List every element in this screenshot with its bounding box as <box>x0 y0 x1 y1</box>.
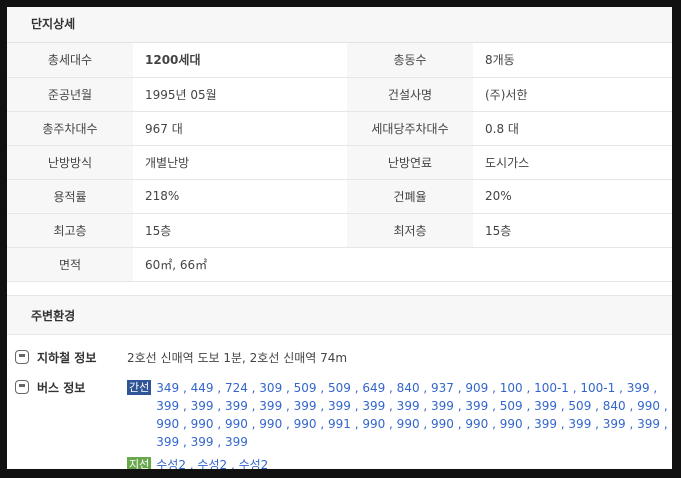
bus-info-label: 버스 정보 <box>37 380 86 395</box>
detail-value: 8개동 <box>473 43 672 78</box>
bus-info-row: 버스 정보 간선 349 , 449 , 724 , 309 , 509 , 5… <box>15 379 672 470</box>
detail-label: 세대당주차대수 <box>347 111 473 146</box>
detail-value: 15층 <box>473 213 672 248</box>
table-row: 난방방식 개별난방 난방연료 도시가스 <box>7 145 672 180</box>
environment-info: 지하철 정보 2호선 신매역 도보 1분, 2호선 신매역 74m 버스 정보 … <box>7 335 672 470</box>
table-row: 최고층 15층 최저층 15층 <box>7 213 672 248</box>
total-households-link[interactable]: 1200세대 <box>133 43 347 78</box>
branch-bus-routes[interactable]: 수성2 , 수성2 , 수성2 <box>156 456 268 470</box>
detail-label: 건설사명 <box>347 77 473 112</box>
complex-detail-panel: 단지상세 총세대수 1200세대 총동수 8개동 준공년월 1995년 05월 … <box>7 7 672 469</box>
detail-value: 218% <box>133 179 347 214</box>
table-row: 총주차대수 967 대 세대당주차대수 0.8 대 <box>7 111 672 146</box>
detail-label: 총주차대수 <box>7 111 133 146</box>
detail-label: 난방방식 <box>7 145 133 180</box>
table-row: 준공년월 1995년 05월 건설사명 (주)서한 <box>7 77 672 112</box>
subway-icon <box>15 349 29 364</box>
detail-section-title: 단지상세 <box>7 7 672 43</box>
detail-label: 준공년월 <box>7 77 133 112</box>
detail-value: 60㎡, 66㎡ <box>133 247 672 282</box>
detail-label: 최고층 <box>7 213 133 248</box>
subway-info-label: 지하철 정보 <box>37 350 97 365</box>
trunk-bus-tag: 간선 <box>127 379 152 395</box>
detail-value: (주)서한 <box>473 77 672 112</box>
detail-label: 면적 <box>7 247 133 282</box>
detail-value: 도시가스 <box>473 145 672 180</box>
branch-bus-line: 지선 수성2 , 수성2 , 수성2 <box>127 456 672 470</box>
trunk-bus-routes[interactable]: 349 , 449 , 724 , 309 , 509 , 509 , 649 … <box>156 379 672 451</box>
detail-value: 15층 <box>133 213 347 248</box>
table-row: 총세대수 1200세대 총동수 8개동 <box>7 43 672 78</box>
detail-label: 최저층 <box>347 213 473 248</box>
detail-table: 총세대수 1200세대 총동수 8개동 준공년월 1995년 05월 건설사명 … <box>7 43 672 282</box>
bus-lines: 간선 349 , 449 , 724 , 309 , 509 , 509 , 6… <box>127 379 672 470</box>
subway-info-text: 2호선 신매역 도보 1분, 2호선 신매역 74m <box>127 350 348 365</box>
detail-label: 난방연료 <box>347 145 473 180</box>
subway-info-row: 지하철 정보 2호선 신매역 도보 1분, 2호선 신매역 74m <box>15 349 672 379</box>
detail-value: 개별난방 <box>133 145 347 180</box>
detail-value: 20% <box>473 179 672 214</box>
branch-bus-tag: 지선 <box>127 456 152 469</box>
bus-icon <box>15 379 29 394</box>
detail-value: 0.8 대 <box>473 111 672 146</box>
detail-label: 용적률 <box>7 179 133 214</box>
trunk-bus-line: 간선 349 , 449 , 724 , 309 , 509 , 509 , 6… <box>127 379 672 451</box>
detail-label: 총동수 <box>347 43 473 78</box>
detail-value: 1995년 05월 <box>133 77 347 112</box>
detail-label: 총세대수 <box>7 43 133 78</box>
detail-value: 967 대 <box>133 111 347 146</box>
table-row: 면적 60㎡, 66㎡ <box>7 247 672 282</box>
detail-label: 건폐율 <box>347 179 473 214</box>
environment-section-title: 주변환경 <box>7 294 672 335</box>
table-row: 용적률 218% 건폐율 20% <box>7 179 672 214</box>
